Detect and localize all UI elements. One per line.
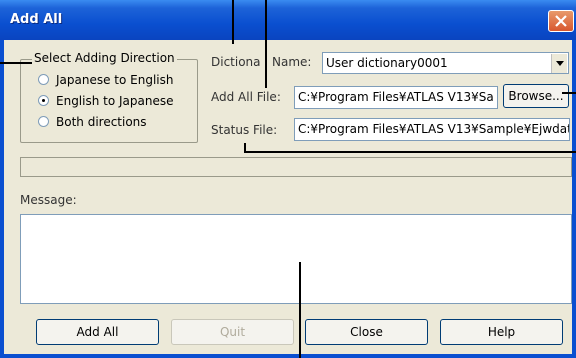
callout-line-direction	[0, 62, 32, 64]
message-box[interactable]	[20, 214, 572, 304]
callout-line-browse	[562, 92, 576, 94]
close-icon	[555, 15, 567, 27]
direction-group-legend: Select Adding Direction	[32, 51, 177, 65]
progress-bar	[20, 157, 572, 177]
radio-circle-selected	[38, 95, 49, 106]
callout-line-message	[299, 262, 301, 358]
chevron-down-icon	[556, 61, 564, 66]
status-file-label: Status File:	[211, 123, 278, 137]
dictionary-label-right: Name:	[272, 55, 312, 69]
dictionary-label-left: Dictiona	[211, 55, 261, 69]
dictionary-name-select[interactable]: User dictionary0001	[322, 52, 569, 74]
title-bar[interactable]: Add All	[0, 0, 576, 40]
window-title: Add All	[10, 12, 63, 27]
dictionary-name-value: User dictionary0001	[326, 56, 448, 70]
dropdown-button[interactable]	[551, 54, 567, 73]
add-all-dialog: Add All Select Adding Direction Japanese…	[0, 0, 576, 358]
callout-line-status-h	[244, 151, 576, 153]
status-file-input[interactable]: C:¥Program Files¥ATLAS V13¥Sample¥Ejwdat	[294, 118, 570, 141]
add-all-file-label: Add All File:	[211, 90, 281, 104]
radio-circle	[38, 74, 49, 85]
browse-button[interactable]: Browse...	[503, 84, 569, 108]
close-window-button[interactable]	[548, 10, 574, 32]
help-button[interactable]: Help	[440, 319, 563, 345]
radio-label: Japanese to English	[56, 73, 174, 87]
message-label: Message:	[20, 193, 77, 207]
window-frame-left	[0, 40, 4, 358]
close-button[interactable]: Close	[305, 319, 428, 345]
callout-line-dictionary-b	[265, 0, 267, 88]
radio-label: English to Japanese	[56, 94, 174, 108]
add-all-file-input[interactable]: C:¥Program Files¥ATLAS V13¥Sa	[294, 86, 498, 109]
add-all-button[interactable]: Add All	[36, 319, 159, 345]
radio-circle	[38, 116, 49, 127]
callout-line-dictionary-a	[232, 0, 234, 44]
window-frame-right	[572, 40, 576, 358]
radio-label: Both directions	[56, 115, 147, 129]
quit-button[interactable]: Quit	[171, 319, 294, 345]
window-frame-bottom	[0, 354, 576, 358]
